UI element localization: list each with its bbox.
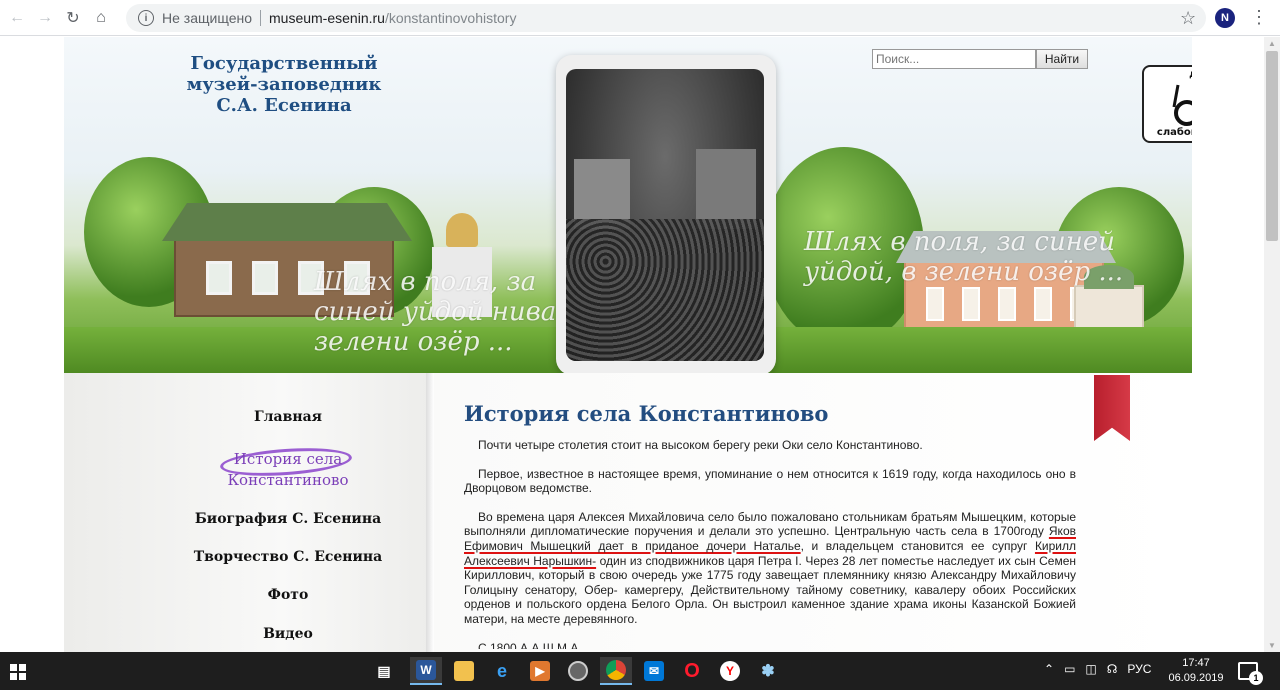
menu-item-biography[interactable]: Биография С. Есенина [148, 511, 428, 527]
photo-building [696, 149, 756, 229]
notification-badge: 1 [1249, 671, 1263, 685]
clock-date: 06.09.2019 [1168, 672, 1224, 684]
url-host[interactable]: museum-esenin.ru [269, 10, 385, 26]
security-label[interactable]: Не защищено [162, 10, 252, 26]
taskbar-clock[interactable]: 17:47 06.09.2019 [1168, 656, 1224, 686]
house-window [206, 261, 232, 295]
vertical-scrollbar[interactable]: ▲ ▼ [1264, 37, 1280, 652]
paragraph-text: , и владельцем становится ее супруг [800, 538, 1035, 553]
site-title-line: Государственный [190, 53, 378, 74]
script-verse-right: Шлях в поля, за синей уйдой, в зелени оз… [804, 227, 1124, 287]
opera-icon[interactable]: O [676, 657, 708, 685]
file-explorer-icon[interactable] [448, 657, 480, 685]
glasses-icon [1172, 84, 1192, 126]
browser-toolbar: ← → ↻ ⌂ i Не защищено museum-esenin.ru/k… [0, 0, 1280, 36]
manor-window [998, 287, 1016, 321]
menu-item-home[interactable]: Главная [148, 409, 428, 425]
word-icon[interactable]: W [410, 657, 442, 685]
paint-tool-icon[interactable]: ✽ [752, 657, 784, 685]
network-icon[interactable]: ☊ [1107, 662, 1118, 676]
low-vision-label-bottom: слабовидящих [1156, 127, 1192, 138]
address-divider [260, 10, 261, 26]
menu-item-history-line1: История села [233, 450, 343, 468]
menu-item-history[interactable]: История села Константиново [148, 449, 428, 491]
search-input[interactable] [872, 49, 1036, 69]
menu-item-history-line2: Константиново [227, 471, 349, 489]
church-dome [446, 213, 478, 247]
historic-photo-card [556, 55, 776, 373]
reload-icon[interactable]: ↻ [62, 7, 84, 29]
browser-menu-icon[interactable]: ⋮ [1250, 7, 1268, 28]
paragraph-text: Во времена царя Алексея Михайловича село… [464, 509, 1076, 539]
display-icon[interactable]: ◫ [1085, 662, 1096, 676]
article-paragraph: Почти четыре столетия стоит на высоком б… [478, 438, 923, 452]
yandex-browser-icon[interactable]: Y [714, 657, 746, 685]
scroll-up-icon[interactable]: ▲ [1268, 39, 1276, 48]
menu-item-photo[interactable]: Фото [148, 587, 428, 603]
edge-icon[interactable]: e [486, 657, 518, 685]
bookmark-star-icon[interactable]: ☆ [1180, 8, 1196, 29]
battery-icon[interactable]: ▭ [1064, 662, 1075, 676]
article-paragraph: Первое, известное в настоящее время, упо… [464, 466, 1076, 496]
left-page: Главная История села Константиново Биогр… [64, 373, 428, 652]
clock-time: 17:47 [1182, 657, 1210, 669]
tray-expand-icon[interactable]: ⌃ [1044, 662, 1054, 676]
photo-crowd [566, 219, 764, 361]
low-vision-version-button[interactable]: для слабовидящих [1142, 65, 1192, 143]
system-tray: ⌃ ▭ ◫ ☊ РУС [1044, 662, 1151, 676]
windows-start-icon[interactable] [10, 664, 26, 680]
article-paragraph: Во времена царя Алексея Михайловича село… [464, 510, 1076, 627]
page-title: История села Константиново [464, 401, 829, 426]
manor-window [1034, 287, 1052, 321]
taskbar: ▤ W e ▶ ✉ O Y ✽ ⌃ ▭ ◫ ☊ РУС 17:47 06.09.… [0, 652, 1280, 690]
info-icon[interactable]: i [138, 10, 154, 26]
house-roof [162, 203, 412, 241]
article: История села Константиново Почти четыре … [464, 401, 1076, 649]
site-container: Шлях в поля, за синей уйдой нива, в зеле… [64, 37, 1192, 652]
manor-window [962, 287, 980, 321]
recorder-icon[interactable] [562, 657, 594, 685]
site-title-line: музей-заповедник [186, 74, 382, 95]
book-spine [426, 373, 434, 652]
scrollbar-thumb[interactable] [1266, 51, 1278, 241]
scroll-down-icon[interactable]: ▼ [1268, 641, 1276, 650]
search-button[interactable]: Найти [1036, 49, 1088, 69]
address-bar[interactable]: i Не защищено museum-esenin.ru/konstanti… [126, 4, 1206, 32]
historic-crowd-photo [566, 69, 764, 361]
chrome-icon[interactable] [600, 657, 632, 685]
mail-icon[interactable]: ✉ [638, 657, 670, 685]
manor-window [926, 287, 944, 321]
notification-center-icon[interactable]: 1 [1238, 662, 1263, 685]
menu-item-video[interactable]: Видео [148, 626, 428, 642]
profile-avatar[interactable]: N [1215, 8, 1235, 28]
back-arrow-icon[interactable]: ← [6, 7, 28, 29]
task-view-icon[interactable]: ▤ [368, 657, 400, 685]
house-window [252, 261, 278, 295]
low-vision-label-top: для [1144, 69, 1192, 80]
home-icon[interactable]: ⌂ [90, 7, 112, 29]
media-player-icon[interactable]: ▶ [524, 657, 556, 685]
page-viewport: Шлях в поля, за синей уйдой нива, в зеле… [0, 37, 1264, 652]
site-title[interactable]: Государственный музей-заповедник С.А. Ес… [174, 53, 394, 116]
header-banner: Шлях в поля, за синей уйдой нива, в зеле… [64, 37, 1192, 373]
language-indicator[interactable]: РУС [1127, 662, 1151, 676]
article-paragraph-partial: С 1800 А А Ш М А [478, 640, 579, 649]
site-title-line: С.А. Есенина [216, 95, 352, 116]
url-path[interactable]: /konstantinovohistory [385, 10, 517, 26]
menu-item-works[interactable]: Творчество С. Есенина [148, 549, 428, 565]
forward-arrow-icon[interactable]: → [34, 7, 56, 29]
